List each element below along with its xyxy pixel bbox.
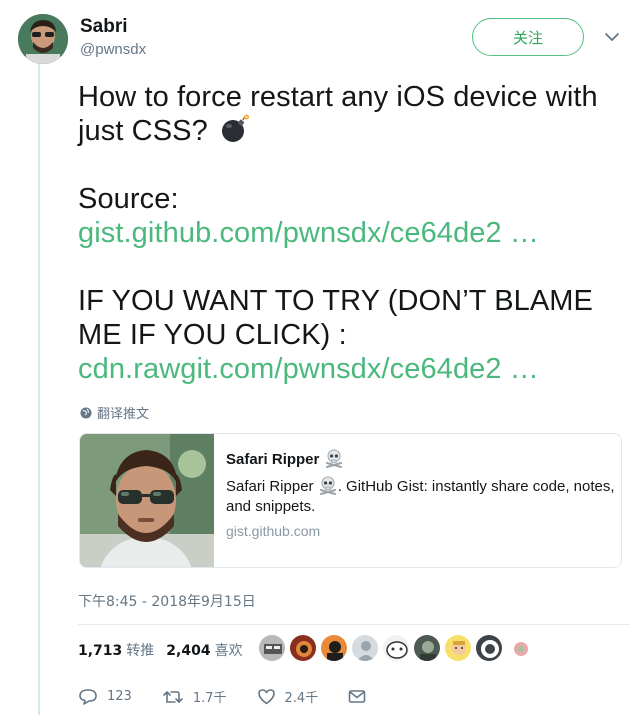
card-title[interactable]: Safari Ripper xyxy=(226,451,319,468)
like-stat-label: 喜欢 xyxy=(214,643,243,659)
like-action[interactable]: 2.4千 xyxy=(257,687,319,706)
retweet-action[interactable]: 1.7千 xyxy=(162,687,227,706)
chevron-down-icon[interactable] xyxy=(603,30,621,44)
tweet-text: How to force restart any iOS device with… xyxy=(78,80,628,386)
source-label: Source: xyxy=(78,183,179,215)
like-count: 2,404 xyxy=(166,643,211,659)
reply-count: 123 xyxy=(107,689,132,704)
direct-message-action[interactable] xyxy=(348,689,375,704)
like-action-count: 2.4千 xyxy=(284,691,319,706)
tweet-line1: How to force restart any iOS device with… xyxy=(78,81,598,147)
divider xyxy=(78,624,630,625)
envelope-icon xyxy=(348,690,366,703)
liker-avatar[interactable] xyxy=(258,634,286,662)
likers-avatars xyxy=(258,634,537,664)
liker-avatar[interactable] xyxy=(351,634,379,662)
reply-action[interactable]: 123 xyxy=(78,688,132,706)
tweet-actions: 123 1.7千 2.4千 xyxy=(78,687,405,706)
card-title-row: Safari Ripper xyxy=(226,448,616,470)
card-desc-prefix: Safari Ripper xyxy=(226,478,314,495)
globe-icon xyxy=(80,407,92,418)
source-link[interactable]: gist.github.com/pwnsdx/ce64de2 … xyxy=(78,216,628,250)
reply-icon xyxy=(79,688,97,705)
card-description: Safari Ripper . GitHub Gist: instantly s… xyxy=(226,475,616,517)
thread-line xyxy=(38,64,40,715)
liker-avatar[interactable] xyxy=(475,634,503,662)
retweet-icon xyxy=(163,690,183,703)
liker-avatar[interactable] xyxy=(444,634,472,662)
user-handle[interactable]: @pwnsdx xyxy=(80,41,146,58)
tweet-stats: 1,713 转推 2,404 喜欢 xyxy=(78,640,255,660)
heart-icon xyxy=(257,689,275,705)
liker-avatar[interactable] xyxy=(413,634,441,662)
tweet-timestamp[interactable]: 下午8:45 - 2018年9月15日 xyxy=(78,591,256,611)
tweet-header: Sabri @pwnsdx 关注 xyxy=(0,0,640,70)
retweet-count: 1,713 xyxy=(78,643,123,659)
avatar[interactable] xyxy=(18,14,68,64)
link-card[interactable]: Safari Ripper Safari Ripper . GitHub Gis… xyxy=(79,433,622,568)
follow-button[interactable]: 关注 xyxy=(472,18,584,56)
user-name[interactable]: Sabri xyxy=(80,16,128,38)
bomb-icon xyxy=(222,114,250,142)
card-body: Safari Ripper Safari Ripper . GitHub Gis… xyxy=(226,448,616,539)
try-link[interactable]: cdn.rawgit.com/pwnsdx/ce64de2 … xyxy=(78,352,628,386)
translate-tweet[interactable]: 翻译推文 xyxy=(80,403,149,422)
retweet-stat[interactable]: 1,713 转推 xyxy=(78,640,154,660)
retweet-action-count: 1.7千 xyxy=(192,691,227,706)
translate-label[interactable]: 翻译推文 xyxy=(97,403,149,422)
liker-avatar[interactable] xyxy=(506,634,534,662)
skull-crossbones-icon xyxy=(319,476,336,495)
warning-text: IF YOU WANT TO TRY (DON’T BLAME ME IF YO… xyxy=(78,285,594,351)
card-image xyxy=(80,434,214,567)
like-stat[interactable]: 2,404 喜欢 xyxy=(166,640,242,660)
retweet-stat-label: 转推 xyxy=(126,643,155,659)
card-domain: gist.github.com xyxy=(226,523,321,539)
liker-avatar[interactable] xyxy=(289,634,317,662)
liker-avatar[interactable] xyxy=(382,634,410,662)
liker-avatar[interactable] xyxy=(320,634,348,662)
skull-crossbones-icon xyxy=(325,449,342,468)
